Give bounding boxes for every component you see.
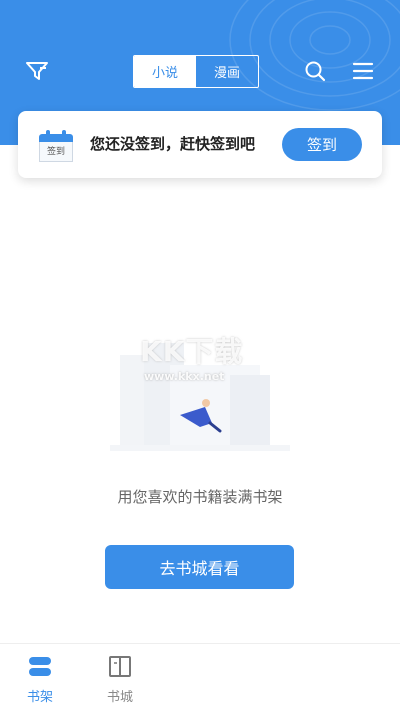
tab-novel[interactable]: 小说 <box>134 56 196 87</box>
bottom-tab-bar: 书架 书城 <box>0 643 400 712</box>
watermark: KK下载 www.kkx.net <box>140 330 270 390</box>
tab-comic[interactable]: 漫画 <box>196 56 258 87</box>
menu-icon[interactable] <box>350 58 376 84</box>
calendar-label: 签到 <box>46 147 65 157</box>
tab-bookshelf[interactable]: 书架 <box>10 654 70 706</box>
category-switch: 小说 漫画 <box>133 55 259 88</box>
search-icon[interactable] <box>302 58 328 84</box>
empty-shelf-message: 用您喜欢的书籍装满书架 <box>117 488 283 506</box>
filter-icon[interactable] <box>24 58 50 84</box>
go-to-store-button[interactable]: 去书城看看 <box>105 545 294 589</box>
calendar-icon: 签到 <box>39 130 73 162</box>
watermark-logo: KK下载 <box>140 335 244 368</box>
tab-bookstore-label: 书城 <box>106 690 133 705</box>
watermark-url: www.kkx.net <box>144 370 225 383</box>
bookshelf-icon <box>29 657 51 676</box>
book-icon <box>109 656 131 677</box>
signin-button[interactable]: 签到 <box>282 128 362 161</box>
signin-card: 签到 您还没签到，赶快签到吧 签到 <box>18 111 382 178</box>
tab-bookshelf-label: 书架 <box>26 690 53 705</box>
tab-bookstore[interactable]: 书城 <box>90 654 150 706</box>
signin-prompt: 您还没签到，赶快签到吧 <box>90 135 256 153</box>
